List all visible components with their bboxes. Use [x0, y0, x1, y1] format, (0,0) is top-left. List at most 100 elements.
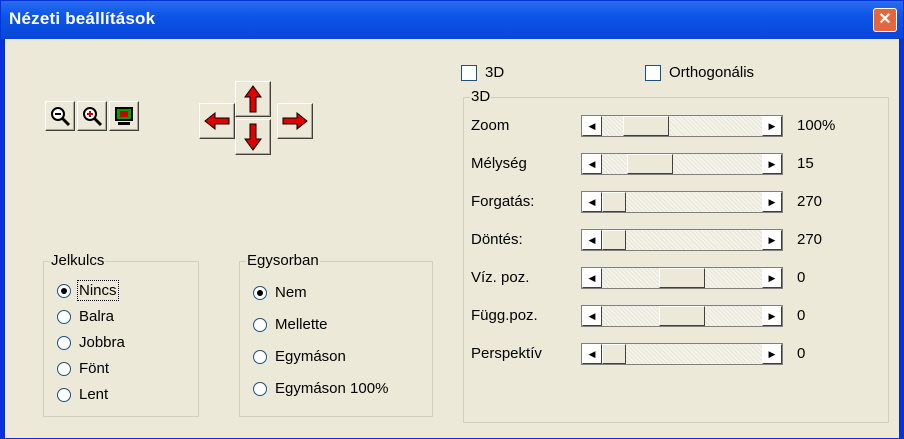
slider-scrollbar[interactable]: ◀ ▶ — [581, 191, 783, 213]
triangle-left-icon: ◀ — [588, 272, 596, 283]
slider-label: Döntés: — [471, 231, 523, 248]
slider-label: Víz. poz. — [471, 269, 530, 286]
dialog-body: 3D Orthogonális 3D Jelkulcs Egysorban Zo… — [5, 39, 899, 438]
slider-scrollbar[interactable]: ◀ ▶ — [581, 267, 783, 289]
zoom-out-button[interactable] — [45, 101, 75, 131]
pan-down-button[interactable] — [235, 119, 271, 155]
radio-button[interactable] — [57, 309, 71, 324]
slider-scrollbar[interactable]: ◀ ▶ — [581, 153, 783, 175]
zoom-in-button[interactable] — [77, 101, 107, 131]
radio-label: Nem — [275, 284, 307, 301]
arrow-down-icon — [244, 123, 262, 151]
scroll-thumb[interactable] — [623, 116, 669, 136]
scroll-left-button[interactable]: ◀ — [582, 230, 602, 250]
zoom-out-icon — [51, 107, 71, 127]
scroll-thumb[interactable] — [602, 230, 626, 250]
triangle-right-icon: ▶ — [768, 158, 776, 169]
slider-label: Perspektív — [471, 345, 542, 362]
slider-value: 0 — [797, 307, 806, 324]
arrow-left-icon — [204, 112, 230, 130]
slider-value: 0 — [797, 269, 806, 286]
zoom-in-icon — [83, 107, 103, 127]
pan-up-button[interactable] — [235, 81, 271, 117]
radio-label: Egymáson — [275, 348, 346, 365]
title-bar[interactable]: Nézeti beállítások ✕ — [1, 1, 903, 39]
legend-option[interactable]: Nincs — [57, 280, 119, 301]
radio-button[interactable] — [57, 335, 71, 350]
checkbox-3d-box[interactable] — [461, 64, 477, 81]
radio-label: Jobbra — [79, 334, 125, 351]
checkbox-3d[interactable]: 3D — [461, 64, 504, 81]
close-icon: ✕ — [878, 11, 892, 28]
triangle-left-icon: ◀ — [588, 196, 596, 207]
scroll-left-button[interactable]: ◀ — [582, 192, 602, 212]
inline-option[interactable]: Mellette — [253, 316, 328, 333]
close-button[interactable]: ✕ — [873, 8, 897, 32]
scroll-left-button[interactable]: ◀ — [582, 154, 602, 174]
triangle-right-icon: ▶ — [768, 310, 776, 321]
triangle-right-icon: ▶ — [768, 272, 776, 283]
group-inline-title: Egysorban — [246, 252, 320, 269]
scroll-left-button[interactable]: ◀ — [582, 268, 602, 288]
checkbox-orthogonal[interactable]: Orthogonális — [645, 64, 754, 81]
radio-label: Balra — [79, 308, 115, 325]
triangle-right-icon: ▶ — [768, 348, 776, 359]
scroll-right-button[interactable]: ▶ — [762, 192, 782, 212]
radio-button[interactable] — [57, 387, 71, 402]
arrow-right-icon — [282, 112, 308, 130]
legend-option[interactable]: Balra — [57, 308, 114, 325]
pan-right-button[interactable] — [277, 103, 313, 139]
legend-option[interactable]: Fönt — [57, 360, 109, 377]
slider-scrollbar[interactable]: ◀ ▶ — [581, 229, 783, 251]
radio-button[interactable] — [253, 381, 267, 396]
scroll-thumb[interactable] — [627, 154, 673, 174]
radio-button[interactable] — [253, 317, 267, 332]
inline-option[interactable]: Nem — [253, 284, 307, 301]
inline-option[interactable]: Egymáson 100% — [253, 380, 388, 397]
scroll-left-button[interactable]: ◀ — [582, 116, 602, 136]
triangle-right-icon: ▶ — [768, 196, 776, 207]
scroll-thumb[interactable] — [659, 306, 705, 326]
triangle-left-icon: ◀ — [588, 310, 596, 321]
scroll-right-button[interactable]: ▶ — [762, 230, 782, 250]
slider-value: 15 — [797, 155, 814, 172]
dialog-window: Nézeti beállítások ✕ 3D Orthogonális 3D … — [0, 0, 904, 439]
pan-left-button[interactable] — [199, 103, 235, 139]
triangle-left-icon: ◀ — [588, 234, 596, 245]
scroll-thumb[interactable] — [659, 268, 705, 288]
radio-label: Nincs — [77, 280, 119, 301]
scroll-thumb[interactable] — [602, 344, 626, 364]
slider-scrollbar[interactable]: ◀ ▶ — [581, 305, 783, 327]
radio-selected-dot — [257, 289, 263, 296]
radio-label: Mellette — [275, 316, 328, 333]
slider-value: 0 — [797, 345, 806, 362]
scroll-thumb[interactable] — [602, 192, 626, 212]
slider-value: 270 — [797, 231, 823, 248]
slider-label: Függ.poz. — [471, 307, 538, 324]
radio-button[interactable] — [57, 361, 71, 376]
group-3d-title: 3D — [470, 88, 492, 105]
radio-label: Lent — [79, 386, 109, 403]
scroll-left-button[interactable]: ◀ — [582, 344, 602, 364]
window-title: Nézeti beállítások — [9, 9, 156, 28]
legend-option[interactable]: Jobbra — [57, 334, 125, 351]
slider-scrollbar[interactable]: ◀ ▶ — [581, 115, 783, 137]
checkbox-3d-label: 3D — [485, 64, 505, 81]
scroll-left-button[interactable]: ◀ — [582, 306, 602, 326]
legend-option[interactable]: Lent — [57, 386, 108, 403]
scroll-right-button[interactable]: ▶ — [762, 344, 782, 364]
fit-view-button[interactable] — [109, 101, 139, 131]
radio-button[interactable] — [253, 285, 267, 300]
radio-label: Egymáson 100% — [275, 380, 389, 397]
radio-button[interactable] — [57, 283, 71, 298]
scroll-right-button[interactable]: ▶ — [762, 306, 782, 326]
scroll-right-button[interactable]: ▶ — [762, 154, 782, 174]
slider-scrollbar[interactable]: ◀ ▶ — [581, 343, 783, 365]
radio-button[interactable] — [253, 349, 267, 364]
slider-label: Forgatás: — [471, 193, 535, 210]
scroll-right-button[interactable]: ▶ — [762, 116, 782, 136]
inline-option[interactable]: Egymáson — [253, 348, 346, 365]
slider-value: 100% — [797, 117, 836, 134]
scroll-right-button[interactable]: ▶ — [762, 268, 782, 288]
checkbox-orthogonal-box[interactable] — [645, 64, 661, 81]
